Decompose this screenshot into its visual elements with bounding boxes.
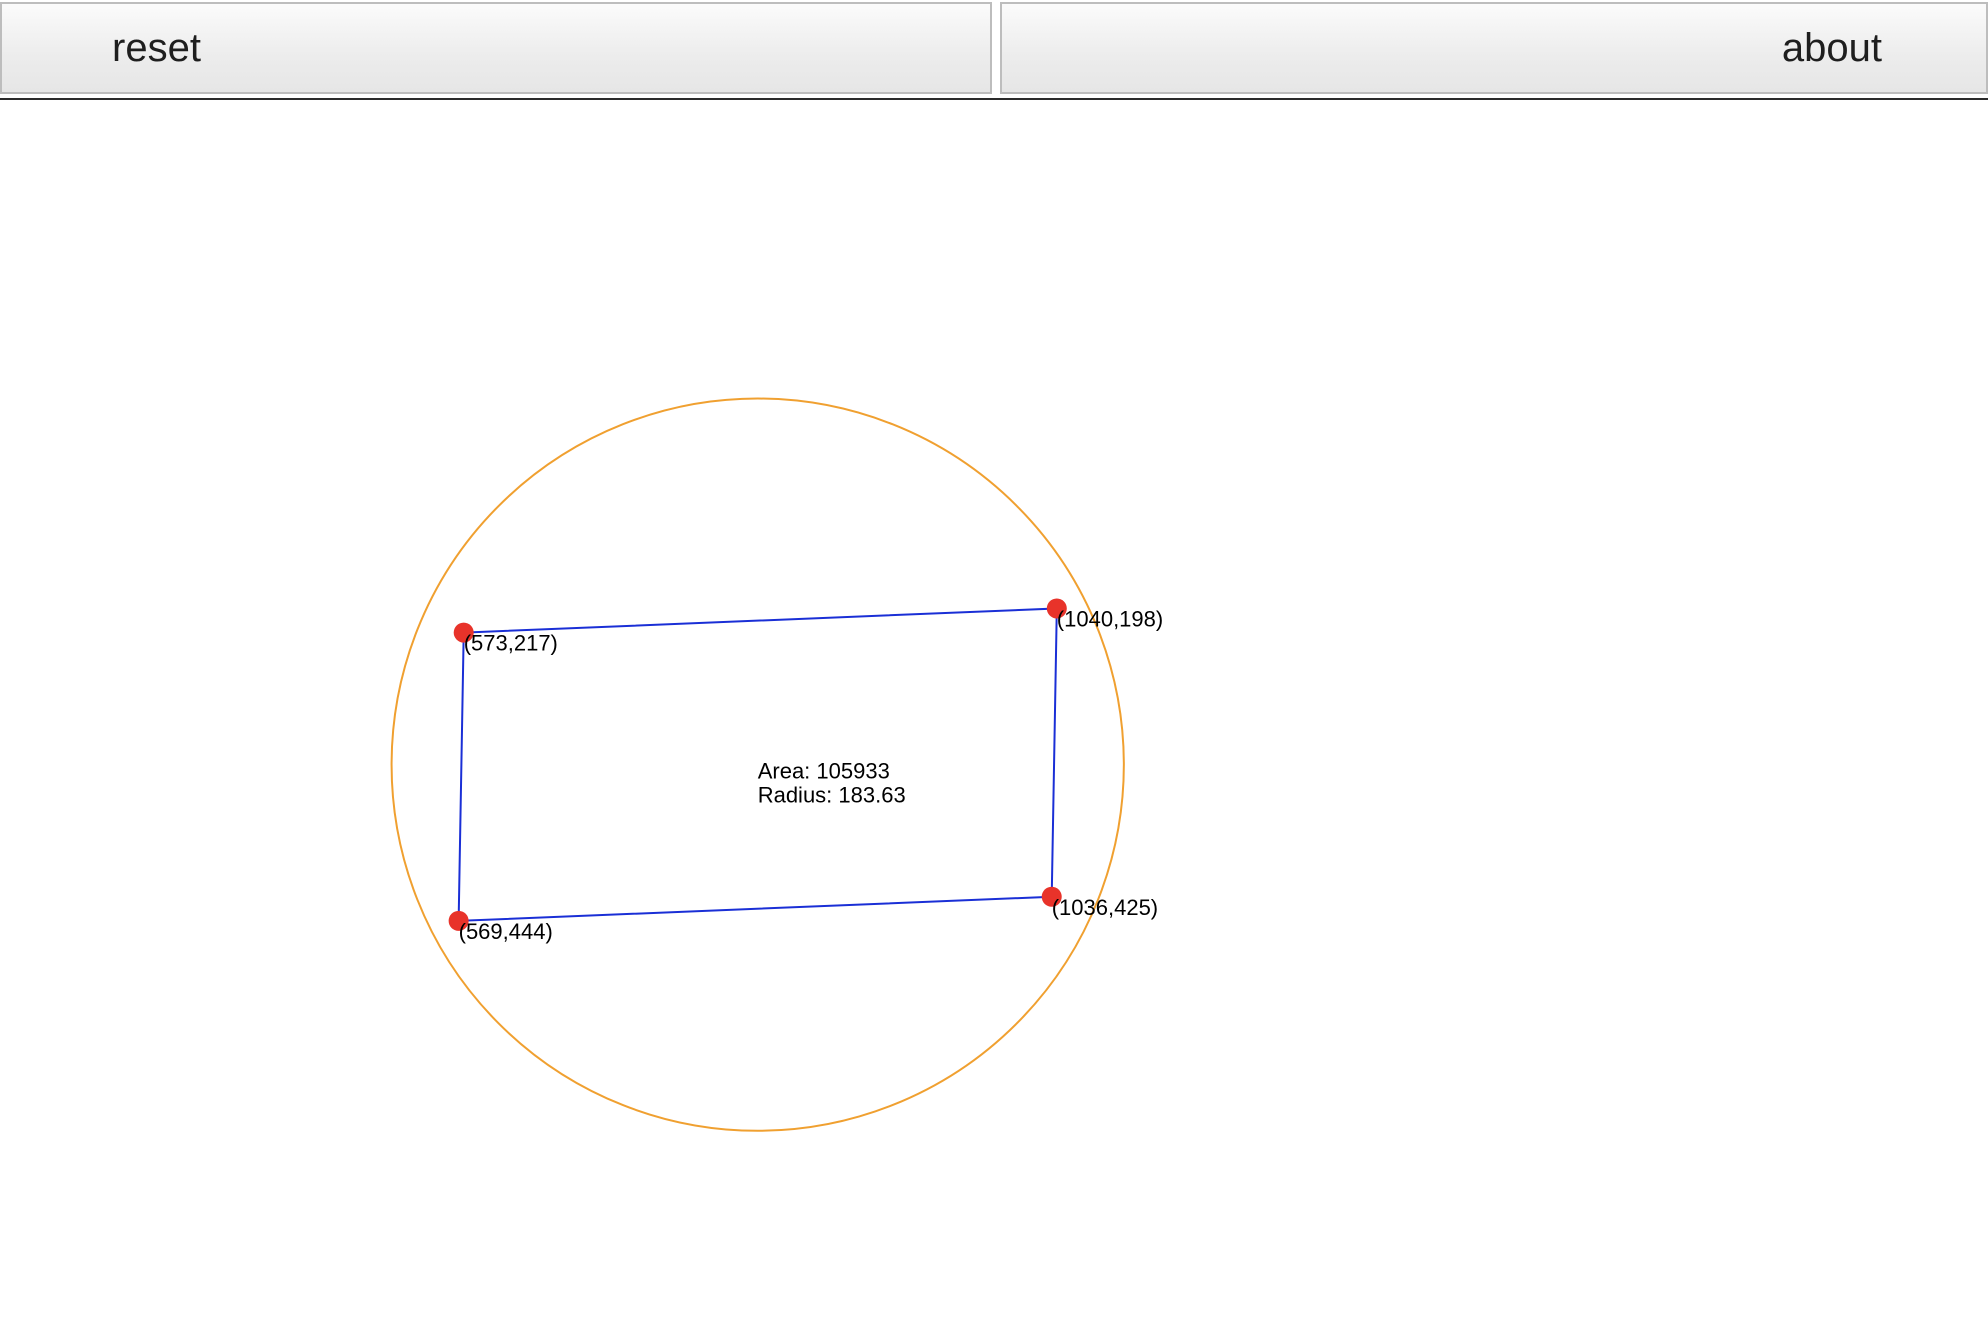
toolbar: reset about (0, 0, 1988, 100)
area-readout: Area: 105933 (758, 759, 890, 784)
vertex-coordinate-label: (573,217) (464, 631, 558, 656)
vertex-coordinate-label: (1040,198) (1057, 606, 1163, 631)
radius-readout: Radius: 183.63 (758, 783, 906, 808)
reset-button[interactable]: reset (0, 2, 992, 94)
drawing-canvas[interactable]: (573,217) (1040,198) (1036,425) (569,444) A… (0, 102, 1988, 1328)
vertex-coordinate-label: (569,444) (459, 919, 553, 944)
vertex-coordinate-label: (1036,425) (1052, 895, 1158, 920)
about-button[interactable]: about (1000, 2, 1988, 94)
